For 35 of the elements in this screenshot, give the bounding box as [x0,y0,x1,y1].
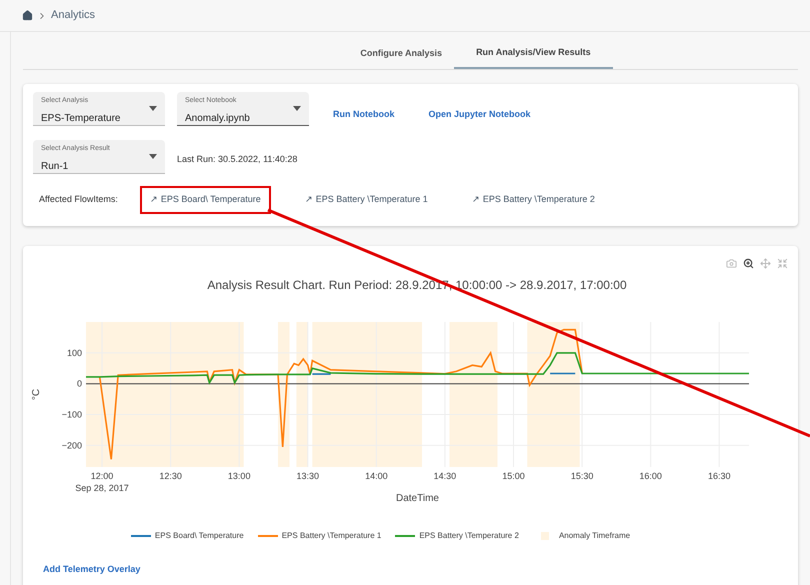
action-link[interactable]: Open Jupyter Notebook [428,108,531,122]
flowitem-link[interactable]: ↗ EPS Battery \Temperature 2 [462,186,605,214]
legend-label: EPS Board\ Temperature [154,530,244,542]
add-overlay-link[interactable]: Add Telemetry Overlay [43,562,140,576]
legend-label: EPS Battery \Temperature 2 [419,530,519,542]
x-tick-label: 16:30 [708,470,730,480]
breadcrumb-link[interactable]: Analytics [51,7,96,24]
x-axis-title: DateTime [396,492,439,504]
affected-label: Affected FlowItems: [39,193,118,206]
flowitem-link[interactable]: ↗ EPS Board\ Temperature [140,186,271,214]
tab[interactable]: Run Analysis/View Results [454,38,613,69]
flowitem-link[interactable]: ↗ EPS Battery \Temperature 1 [294,186,438,214]
x-tick-label: 14:30 [434,470,456,480]
y-tick-label: 0 [76,378,82,388]
x-tick-label: 16:00 [639,470,662,480]
y-tick-label: −200 [62,440,82,450]
x-tick-label: 12:00 [90,470,114,480]
x-tick-label: 15:30 [570,470,594,480]
select-value: Anomaly.ipynb [185,113,250,124]
y-axis-title: °C [31,388,42,400]
tab[interactable]: Configure Analysis [348,38,454,69]
legend-label: Anomaly Timeframe [558,530,630,542]
action-link[interactable]: Run Notebook [333,108,394,122]
select-value: Run-1 [41,161,68,172]
x-tick-label: 13:30 [296,470,320,480]
x-date-label: Sep 28, 2017 [75,482,129,492]
x-tick-label: 14:00 [365,470,388,480]
x-tick-label: 13:00 [228,470,250,480]
y-tick-label: −100 [62,409,82,420]
select-value: EPS-Temperature [41,113,120,124]
legend-label: EPS Battery \Temperature 1 [282,530,382,542]
y-tick-label: 100 [66,347,82,358]
x-tick-label: 15:00 [502,470,525,480]
last-run-text: Last Run: 30.5.2022, 11:40:28 [177,153,298,166]
x-tick-label: 12:30 [159,470,182,480]
